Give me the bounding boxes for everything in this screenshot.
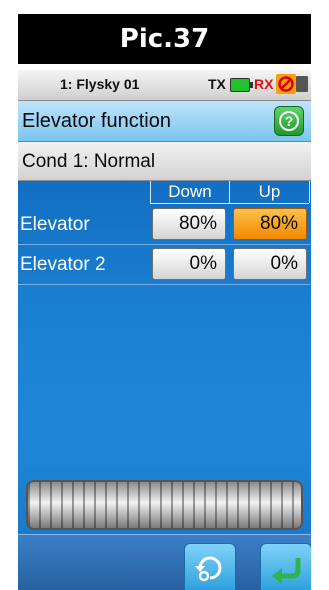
elevator-up-value[interactable]: 80% — [233, 208, 307, 240]
back-icon — [272, 558, 301, 584]
header-divider — [150, 203, 309, 204]
reset-button[interactable] — [184, 543, 236, 590]
sd-card-icon — [296, 76, 308, 92]
tx-label: TX — [208, 76, 226, 92]
value-adjust-wheel[interactable] — [26, 480, 303, 530]
bottom-bar — [18, 534, 311, 590]
rx-no-signal-icon — [276, 74, 296, 94]
help-button[interactable]: ? — [274, 106, 304, 136]
condition-bar[interactable]: Cond 1: Normal — [18, 142, 311, 181]
status-bar: 1: Flysky 01 TX RX — [18, 70, 311, 101]
back-button[interactable] — [260, 543, 311, 590]
column-header-down: Down — [150, 181, 230, 203]
transmitter-screen: 1: Flysky 01 TX RX Elevator function ? C… — [18, 70, 311, 590]
reset-icon — [195, 556, 222, 582]
tx-battery-icon — [230, 78, 253, 92]
elevator-2-down-value[interactable]: 0% — [152, 248, 226, 280]
title-bar: Elevator function ? — [18, 101, 311, 142]
wheel-ridges — [28, 482, 301, 528]
row-divider — [18, 284, 311, 285]
model-name: 1: Flysky 01 — [60, 76, 140, 92]
row-label-elevator-2: Elevator 2 — [20, 254, 106, 275]
page-title: Elevator function — [22, 110, 171, 132]
column-header-up: Up — [230, 181, 310, 203]
row-label-elevator: Elevator — [20, 214, 90, 235]
picture-caption: Pic.37 — [119, 24, 210, 54]
condition-label: Cond 1: Normal — [22, 151, 156, 172]
help-icon: ? — [279, 111, 299, 131]
rx-label: RX — [254, 76, 274, 92]
elevator-down-value[interactable]: 80% — [152, 208, 226, 240]
picture-banner: Pic.37 — [18, 14, 311, 64]
elevator-2-up-value[interactable]: 0% — [233, 248, 307, 280]
row-divider — [18, 244, 311, 245]
